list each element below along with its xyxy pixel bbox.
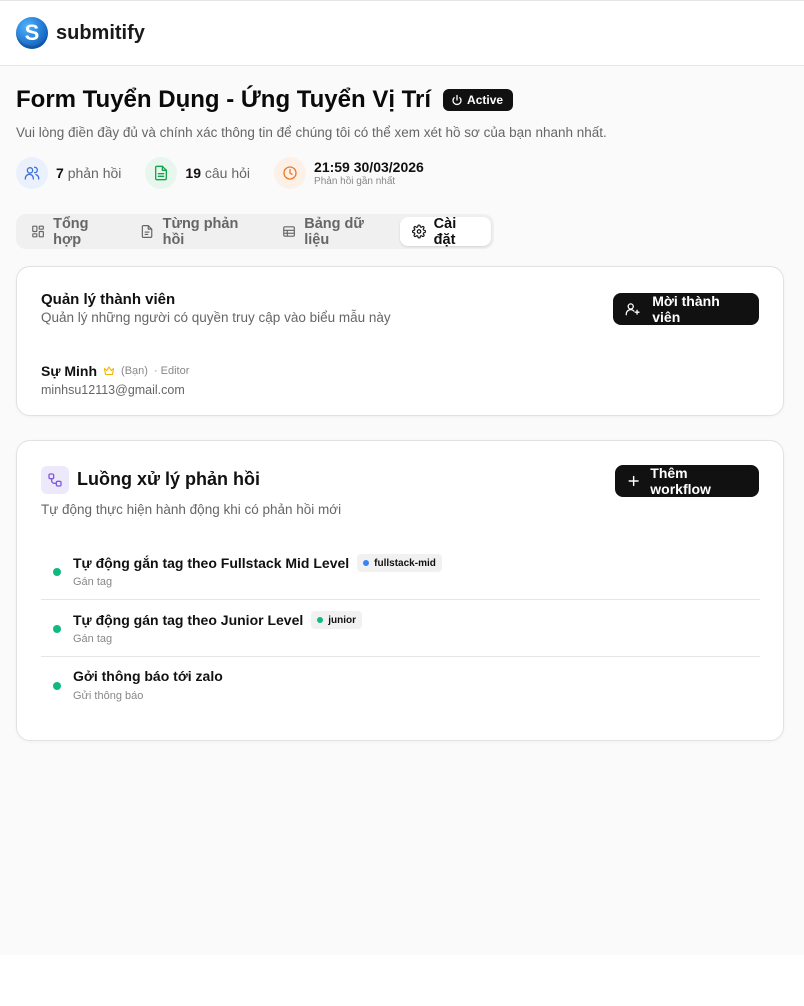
form-stats: 7 phản hồi 19 câu hỏi 21:59 30/03/2026 P… [16,157,448,189]
status-dot [53,682,61,690]
add-workflow-button[interactable]: Thêm workflow [615,465,759,497]
status-dot [53,568,61,576]
member-row: Sự Minh (Bạn) · Editor [41,363,189,379]
questions-label: câu hỏi [204,165,251,181]
invite-member-label: Mời thành viên [652,293,720,325]
tab-label: Từng phản hồi [162,215,239,248]
add-workflow-label: Thêm workflow [650,465,711,497]
workflow-type: Gửi thông báo [73,690,144,702]
invite-member-button[interactable]: Mời thành viên [613,293,759,325]
users-icon [16,157,48,189]
member-name: Sự Minh [41,363,98,379]
tab-label: Tổng hợp [53,215,89,248]
gear-icon [411,224,426,239]
workflow-title: Luồng xử lý phản hồi [77,469,261,489]
workflow-name: Tự động gắn tag theo Fullstack Mid Level [73,555,350,571]
workflow-list: Tự động gắn tag theo Fullstack Mid Level… [41,543,760,714]
document-icon [142,225,153,238]
members-card: Quản lý thành viên Quản lý những người c… [16,266,784,416]
table-icon [283,226,296,237]
tab-bar: Tổng hợp Từng phản hồi Bảng dữ liệu Cài … [16,214,494,249]
workflow-item[interactable]: Tự động gán tag theo Junior Level junior… [41,600,760,657]
app-name[interactable]: submitify [56,22,145,45]
document-icon [145,157,178,189]
workflow-description: Tự động thực hiện hành động khi có phản … [41,502,342,517]
workflow-item[interactable]: Tự động gắn tag theo Fullstack Mid Level… [41,543,760,600]
grid-icon [32,225,44,238]
page-footer-area [0,955,804,1006]
responses-label: phản hồi [67,165,122,181]
members-title: Quản lý thành viên [41,291,176,308]
members-description: Quản lý những người có quyền truy cập và… [41,310,391,325]
tag-color-dot [363,560,370,566]
top-navbar: S submitify [0,0,804,66]
page-title: Form Tuyển Dụng - Ứng Tuyển Vị Trí [16,86,432,113]
form-description: Vui lòng điền đầy đủ và chính xác thông … [16,125,607,140]
workflow-card: Luồng xử lý phản hồi Tự động thực hiện h… [16,440,784,741]
user-plus-icon [625,303,640,316]
app-logo-icon[interactable]: S [16,17,48,49]
responses-count: 7 [56,165,64,181]
last-response-time: 21:59 30/03/2026 [314,158,424,175]
form-header: Form Tuyển Dụng - Ứng Tuyển Vị Trí Activ… [16,84,788,140]
member-you-label: (Bạn) [121,365,148,377]
tab-label: Bảng dữ liệu [304,215,364,248]
last-response-label: Phản hồi gần nhất [314,175,396,187]
clock-icon [274,157,307,189]
member-email: minhsu12113@gmail.com [41,383,185,397]
tab-table[interactable]: Bảng dữ liệu [270,215,399,248]
tab-settings[interactable]: Cài đặt [399,215,492,248]
tab-individual[interactable]: Từng phản hồi [128,215,270,248]
tab-label: Cài đặt [433,215,457,248]
workflow-name: Tự động gán tag theo Junior Level [73,612,304,628]
status-badge[interactable]: Active [443,89,514,111]
status-dot [53,625,61,633]
workflow-type: Gán tag [73,633,113,645]
workflow-item[interactable]: Gởi thông báo tới zalo Gửi thông báo [41,657,760,714]
workflow-tag: junior [311,611,363,629]
questions-count: 19 [185,165,201,181]
workflow-name: Gởi thông báo tới zalo [73,668,223,684]
plus-icon [628,475,639,487]
member-role: · Editor [153,365,190,377]
stat-questions: 19 câu hỏi [145,157,250,189]
workflow-icon [41,466,69,494]
power-icon [452,94,462,106]
tag-label: fullstack-mid [374,557,436,569]
stat-responses: 7 phản hồi [16,157,121,189]
status-label: Active [467,93,504,107]
workflow-type: Gán tag [73,576,113,588]
crown-icon [103,366,115,376]
tag-color-dot [317,617,324,623]
tag-label: junior [328,614,357,626]
workflow-tag: fullstack-mid [357,554,442,572]
stat-last-response: 21:59 30/03/2026 Phản hồi gần nhất [274,157,424,189]
tab-summary[interactable]: Tổng hợp [19,215,128,248]
